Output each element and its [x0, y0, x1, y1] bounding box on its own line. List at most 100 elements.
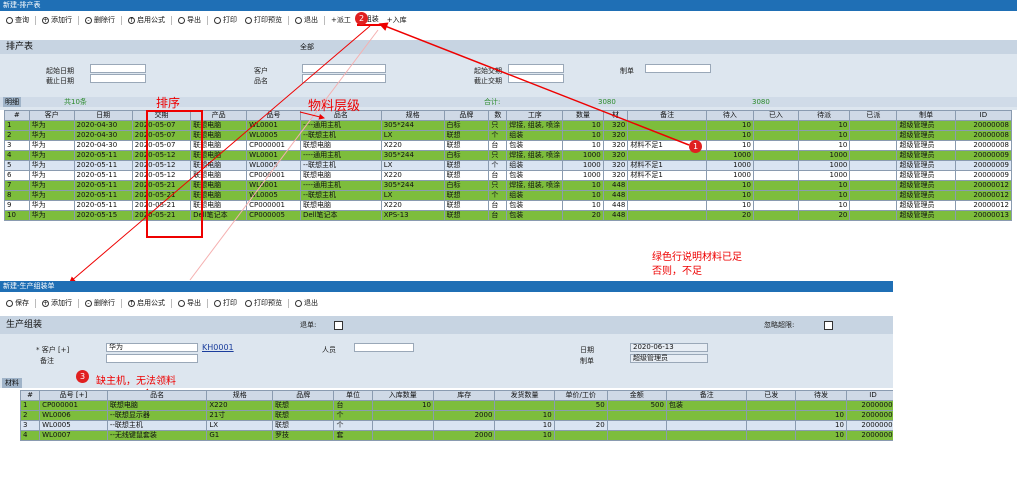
bottom-cell[interactable] — [371, 410, 435, 421]
bottom-table-row[interactable]: 1CP000001联想电脑X220联想台10 50500包装 20000008 — [19, 400, 893, 411]
bottom-cell[interactable] — [553, 410, 608, 421]
bottom-cell[interactable]: 联想 — [272, 400, 335, 411]
bottom-cell[interactable]: 50 — [553, 400, 608, 411]
materials-tab[interactable]: 材料 — [2, 378, 22, 388]
bottom-cell[interactable] — [606, 430, 667, 441]
bottom-cell[interactable]: WL0006 — [39, 410, 108, 421]
bottom-cell[interactable]: 联想 — [272, 410, 335, 421]
save-button[interactable]: 保存 — [4, 298, 31, 308]
bottom-cell[interactable]: LX — [206, 420, 274, 431]
bottom-cell[interactable]: 个 — [333, 420, 373, 431]
bottom-table-row[interactable]: 2WL0006--联想显示器21寸联想个2000101020000008 — [19, 410, 893, 421]
remark-input[interactable] — [106, 354, 198, 363]
bottom-cell[interactable] — [746, 420, 797, 431]
bottom-col-header[interactable]: 入库数量 — [371, 390, 435, 401]
bottom-formula-button[interactable]: f 启用公式 — [126, 298, 167, 308]
bottom-exit-button[interactable]: 退出 — [293, 298, 320, 308]
bottom-col-header[interactable]: 待发 — [795, 390, 847, 401]
bottom-add-row-button[interactable]: + 添加行 — [40, 298, 74, 308]
bottom-cell[interactable]: 10 — [494, 430, 555, 441]
bottom-cell[interactable]: 套 — [333, 430, 373, 441]
bottom-cell[interactable]: 联想 — [272, 420, 335, 431]
bottom-cell[interactable]: 1 — [19, 400, 41, 411]
bottom-cell[interactable]: 20 — [553, 420, 608, 431]
bottom-cell[interactable] — [746, 410, 797, 421]
bottom-delete-row-button[interactable]: - 删除行 — [83, 298, 117, 308]
bottom-cell[interactable]: CP000001 — [39, 400, 108, 411]
bottom-col-header[interactable]: 品牌 — [272, 390, 335, 401]
bottom-cell[interactable] — [371, 420, 435, 431]
bottom-cell[interactable]: 20000008 — [845, 400, 893, 411]
bottom-cell[interactable]: 台 — [333, 400, 373, 411]
bottom-table-row[interactable]: 3WL0005--联想主机LX联想个10201020000008 — [19, 420, 893, 431]
bottom-cell[interactable]: 21寸 — [206, 410, 274, 421]
bottom-cell[interactable]: 20000008 — [845, 410, 893, 421]
bottom-cell[interactable]: G1 — [206, 430, 274, 441]
ignore-limit-checkbox[interactable] — [824, 321, 833, 330]
bottom-cell[interactable]: 2 — [19, 410, 41, 421]
bottom-cell[interactable] — [795, 400, 847, 411]
bottom-cell[interactable]: WL0007 — [39, 430, 108, 441]
bottom-cell[interactable] — [432, 400, 496, 411]
bottom-col-header[interactable]: # — [19, 390, 41, 401]
maker-label: 制单 — [580, 357, 594, 365]
formula-icon: f — [128, 299, 135, 307]
bottom-table-row[interactable]: 4WL0007--无线键鼠套装G1罗技套2000101020000008 — [19, 430, 893, 441]
bottom-print-button[interactable]: 打印 — [212, 298, 239, 308]
bottom-cell[interactable]: 个 — [333, 410, 373, 421]
bottom-export-button[interactable]: 导出 — [176, 298, 203, 308]
bottom-cell[interactable]: 包装 — [665, 400, 748, 411]
bottom-cell[interactable] — [665, 430, 748, 441]
bottom-cell[interactable]: 2000 — [432, 410, 496, 421]
bottom-cell[interactable]: 10 — [795, 430, 847, 441]
bottom-col-header[interactable]: 库存 — [432, 390, 496, 401]
bottom-cell[interactable] — [606, 410, 667, 421]
bottom-cell[interactable] — [665, 410, 748, 421]
person-input[interactable] — [354, 343, 414, 352]
bottom-cell[interactable] — [432, 420, 496, 431]
customer-input[interactable]: 华为 — [106, 343, 198, 352]
bottom-col-header[interactable]: 单价/工价 — [553, 390, 608, 401]
bottom-cell[interactable] — [746, 400, 797, 411]
bottom-cell[interactable]: 10 — [494, 410, 555, 421]
bottom-cell[interactable]: 3 — [19, 420, 41, 431]
save-icon — [6, 299, 13, 307]
bottom-cell[interactable]: --无线键鼠套装 — [106, 430, 208, 441]
bottom-window-title: 新建-生产组装单 — [0, 281, 893, 292]
bottom-cell[interactable]: WL0005 — [39, 420, 108, 431]
date-input[interactable]: 2020-06-13 — [630, 343, 708, 352]
bottom-cell[interactable] — [665, 420, 748, 431]
bottom-cell[interactable] — [371, 430, 435, 441]
bottom-col-header[interactable]: 备注 — [665, 390, 748, 401]
bottom-col-header[interactable]: 品号 [+] — [39, 390, 108, 401]
bottom-cell[interactable]: 10 — [494, 420, 555, 431]
bottom-cell[interactable]: 20000008 — [845, 420, 893, 431]
bottom-cell[interactable]: --联想主机 — [106, 420, 208, 431]
bottom-cell[interactable]: 10 — [795, 410, 847, 421]
bottom-col-header[interactable]: 规格 — [206, 390, 274, 401]
bottom-col-header[interactable]: 单位 — [333, 390, 373, 401]
bottom-cell[interactable]: 20000008 — [845, 430, 893, 441]
bottom-col-header[interactable]: 金额 — [606, 390, 667, 401]
bottom-cell[interactable]: 2000 — [432, 430, 496, 441]
bottom-cell[interactable] — [553, 430, 608, 441]
bottom-cell[interactable]: 500 — [606, 400, 667, 411]
assembly-table: # 品号 [+] 品名 规格 品牌 单位 入库数量 库存 发货数量 单价/工价 金额 备注 已发 待发 ID… — [19, 390, 893, 441]
bottom-col-header[interactable]: 发货数量 — [494, 390, 555, 401]
bottom-cell[interactable] — [606, 420, 667, 431]
bottom-col-header[interactable]: 品名 — [106, 390, 208, 401]
bottom-col-header[interactable]: 已发 — [746, 390, 797, 401]
bottom-cell[interactable]: --联想显示器 — [106, 410, 208, 421]
bottom-cell[interactable]: 罗技 — [272, 430, 335, 441]
bottom-cell[interactable]: 4 — [19, 430, 41, 441]
bottom-cell[interactable] — [746, 430, 797, 441]
bottom-cell[interactable]: X220 — [206, 400, 274, 411]
bottom-cell[interactable]: 10 — [795, 420, 847, 431]
bottom-cell[interactable]: 联想电脑 — [106, 400, 208, 411]
return-checkbox[interactable] — [334, 321, 343, 330]
bottom-print-preview-button[interactable]: 打印预览 — [243, 298, 284, 308]
bottom-col-header[interactable]: ID — [845, 390, 893, 401]
doc-number-link[interactable]: KH0001 — [202, 343, 234, 352]
bottom-cell[interactable]: 10 — [371, 400, 435, 411]
bottom-cell[interactable] — [494, 400, 555, 411]
